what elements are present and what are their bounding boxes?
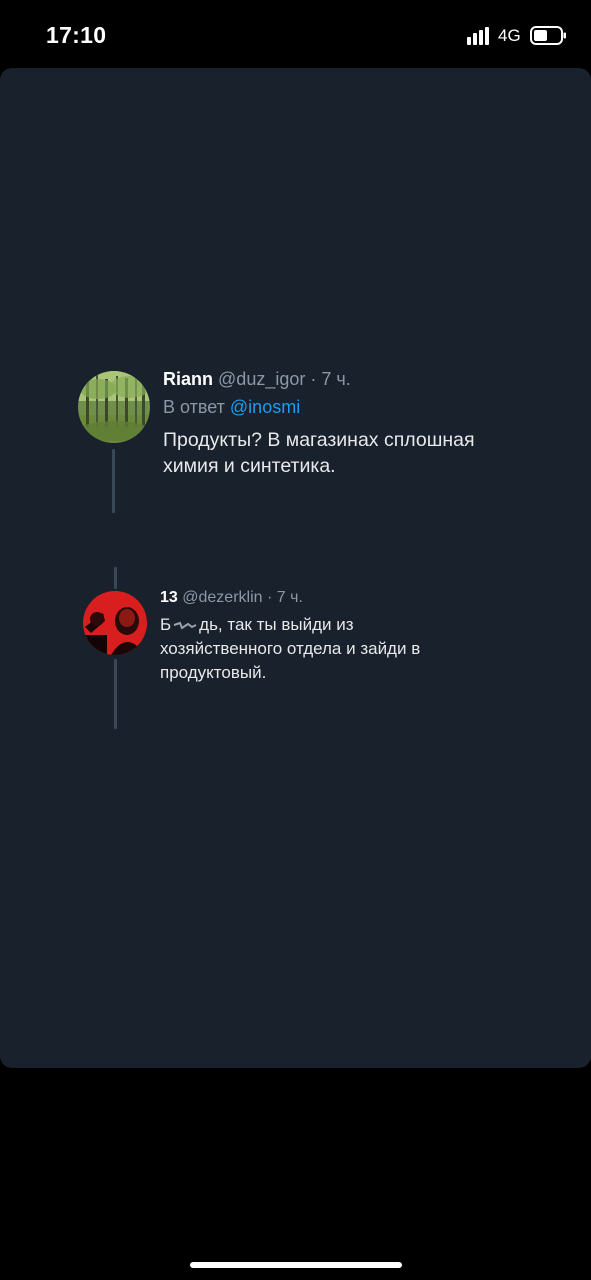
- tweet-text-prefix: Б: [160, 615, 172, 634]
- tweet-header: Riann @duz_igor · 7 ч.: [163, 369, 351, 390]
- tweet-13[interactable]: 13 @dezerklin · 7 ч. Бдь, так ты выйди и…: [0, 563, 591, 743]
- battery-icon: [530, 26, 566, 45]
- author-handle[interactable]: @dezerklin: [182, 589, 262, 606]
- thread-line: [114, 659, 117, 729]
- tweet-text-rest: дь, так ты выйди из хозяйственного отдел…: [160, 615, 421, 682]
- author-handle[interactable]: @duz_igor: [218, 369, 305, 389]
- separator-dot: ·: [310, 369, 317, 389]
- network-type: 4G: [498, 26, 521, 45]
- red-portrait-avatar[interactable]: [83, 591, 147, 655]
- signal-bars-icon: [467, 27, 489, 45]
- tweet-time[interactable]: 7 ч.: [321, 369, 350, 389]
- tweet-text: Бдь, так ты выйди из хозяйственного отде…: [160, 613, 480, 685]
- author-name[interactable]: Riann: [163, 369, 213, 389]
- tweet-screenshot-card: Riann @duz_igor · 7 ч. В ответ @inosmi П…: [0, 68, 591, 1068]
- thread-line: [114, 567, 117, 589]
- author-name[interactable]: 13: [160, 589, 178, 606]
- tweet-riann[interactable]: Riann @duz_igor · 7 ч. В ответ @inosmi П…: [0, 68, 591, 528]
- reply-mention-link[interactable]: @inosmi: [230, 397, 300, 417]
- reply-context: В ответ @inosmi: [163, 397, 300, 418]
- thread-line: [112, 449, 115, 513]
- home-indicator[interactable]: [190, 1262, 402, 1268]
- forest-photo-avatar[interactable]: [78, 371, 150, 443]
- tweet-text: Продукты? В магазинах сплошная химия и с…: [163, 429, 475, 477]
- tweet-header: 13 @dezerklin · 7 ч.: [160, 589, 303, 607]
- status-time: 17:10: [46, 22, 107, 48]
- separator-dot: ·: [266, 589, 273, 606]
- censored-word-icon: [173, 621, 197, 630]
- reply-prefix: В ответ: [163, 397, 225, 417]
- status-bar: 17:10 4G: [0, 0, 591, 68]
- tweet-time[interactable]: 7 ч.: [277, 589, 303, 606]
